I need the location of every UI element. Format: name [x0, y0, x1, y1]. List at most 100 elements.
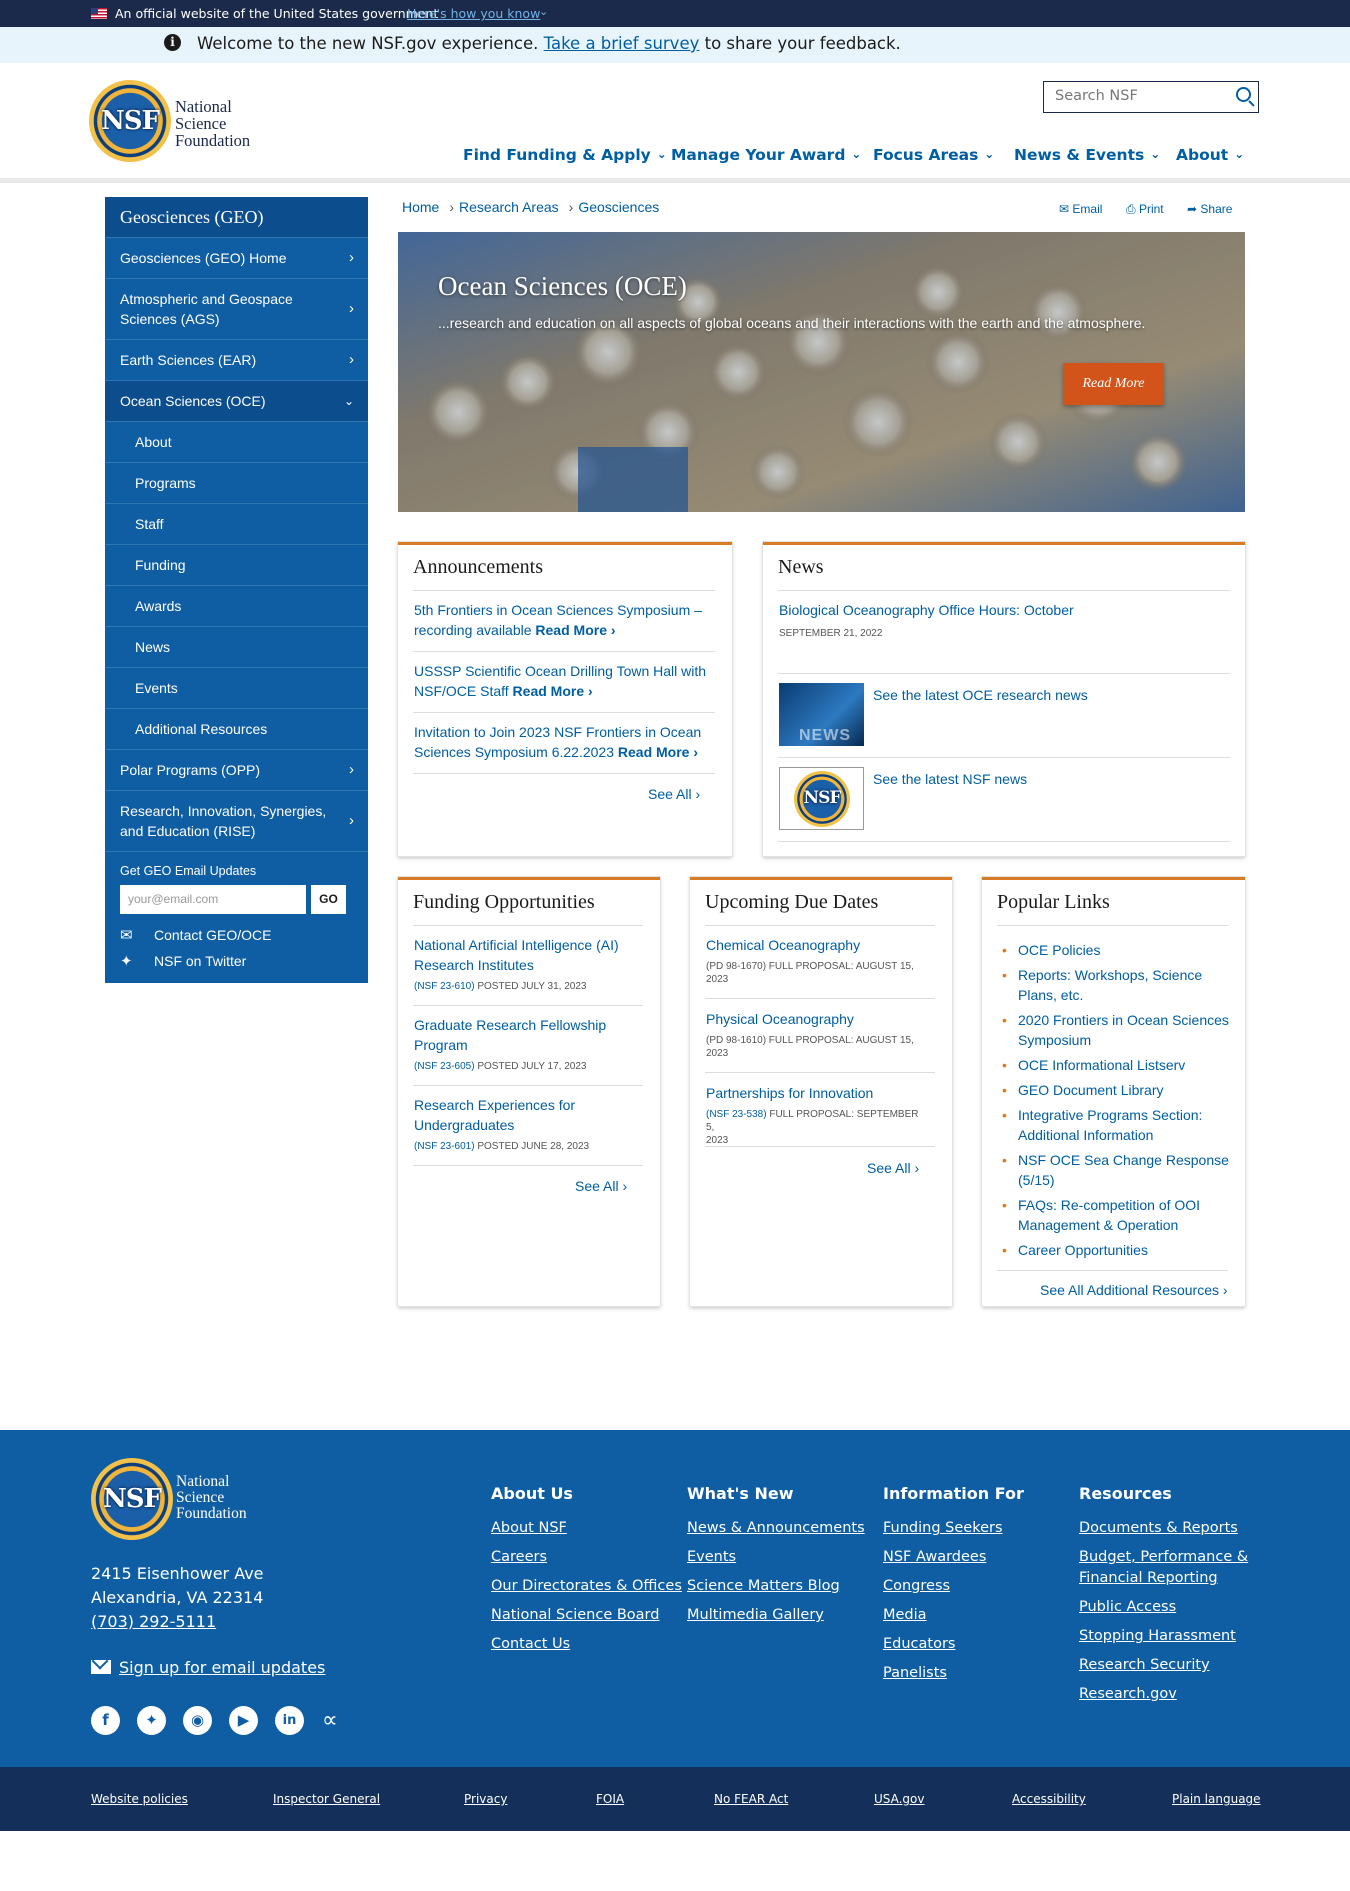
read-more-button[interactable]: Read More [1063, 363, 1164, 405]
sidebar-subitem-programs[interactable]: Programs [105, 462, 368, 503]
solicitation-number[interactable]: (NSF 23-605) [414, 1061, 475, 1072]
read-more-link[interactable]: Read More › [535, 622, 615, 638]
twitter-icon[interactable]: ✦ [137, 1706, 166, 1735]
go-button[interactable]: GO [311, 885, 346, 914]
funding-item[interactable]: National Artificial Intelligence (AI) Res… [414, 935, 619, 975]
footer-link[interactable]: Events [687, 1547, 865, 1568]
popular-link[interactable]: 2020 Frontiers in Ocean Sciences Symposiu… [1018, 1010, 1229, 1050]
print-link[interactable]: ⎙ Print [1126, 202, 1164, 217]
latest-oce-news-link[interactable]: See the latest OCE research news [873, 685, 1088, 705]
inspector-general-link[interactable]: Inspector General [273, 1792, 380, 1806]
sidebar-item-oce[interactable]: Ocean Sciences (OCE) ⌄ [105, 380, 368, 421]
footer-link[interactable]: Budget, Performance & Financial Reportin… [1079, 1547, 1269, 1589]
nav-news-events[interactable]: News & Events ⌄ [1014, 146, 1160, 164]
breadcrumb-geosciences[interactable]: Geosciences [578, 199, 659, 215]
announcement-item[interactable]: USSSP Scientific Ocean Drilling Town Hal… [414, 661, 714, 701]
survey-link[interactable]: Take a brief survey [544, 34, 700, 53]
footer-link[interactable]: Research Security [1079, 1655, 1269, 1676]
contact-geo-oce-link[interactable]: ✉ Contact GEO/OCE [120, 927, 353, 944]
footer-link[interactable]: Contact Us [491, 1634, 682, 1655]
search-icon[interactable] [1236, 87, 1251, 102]
footer-link[interactable]: Funding Seekers [883, 1518, 1024, 1539]
instagram-icon[interactable]: ◉ [183, 1706, 212, 1735]
footer-link[interactable]: News & Announcements [687, 1518, 865, 1539]
sidebar-item-opp[interactable]: Polar Programs (OPP) › [105, 749, 368, 790]
footer-link[interactable]: Educators [883, 1634, 1024, 1655]
see-all-link[interactable]: See All › [648, 786, 700, 802]
sidebar-item-rise[interactable]: Research, Innovation, Synergies, and Edu… [105, 790, 368, 851]
sidebar-item-ear[interactable]: Earth Sciences (EAR) › [105, 339, 368, 380]
usa-gov-link[interactable]: USA.gov [874, 1792, 925, 1806]
solicitation-number[interactable]: (NSF 23-601) [414, 1141, 475, 1152]
email-field[interactable]: your@email.com [120, 885, 306, 914]
footer-link[interactable]: National Science Board [491, 1605, 682, 1626]
footer-link[interactable]: About NSF [491, 1518, 682, 1539]
popular-link[interactable]: GEO Document Library [1018, 1080, 1164, 1100]
see-all-link[interactable]: See All › [575, 1178, 627, 1194]
footer-link[interactable]: Congress [883, 1576, 1024, 1597]
website-policies-link[interactable]: Website policies [91, 1792, 188, 1806]
popular-link[interactable]: Career Opportunities [1018, 1240, 1148, 1260]
solicitation-number[interactable]: (NSF 23-610) [414, 981, 475, 992]
phone-link[interactable]: (703) 292-5111 [91, 1612, 216, 1631]
funding-item[interactable]: Research Experiences for Undergraduates [414, 1095, 575, 1135]
heres-how-you-know-link[interactable]: Here's how you know [407, 6, 540, 21]
read-more-link[interactable]: Read More › [513, 683, 593, 699]
due-date-item[interactable]: Physical Oceanography [706, 1009, 854, 1029]
popular-link[interactable]: Integrative Programs Section: Additional … [1018, 1105, 1202, 1145]
linkedin-icon[interactable]: in [275, 1706, 304, 1735]
chevron-down-icon[interactable]: ⌄ [539, 5, 548, 18]
nav-focus-areas[interactable]: Focus Areas ⌄ [873, 146, 994, 164]
email-share-link[interactable]: ✉ Email [1059, 202, 1102, 216]
foia-link[interactable]: FOIA [596, 1792, 624, 1806]
sidebar-item-ags[interactable]: Atmospheric and Geospace Sciences (AGS) › [105, 278, 368, 339]
youtube-icon[interactable]: ▶ [229, 1706, 258, 1735]
footer-link[interactable]: NSF Awardees [883, 1547, 1024, 1568]
sidebar-item-geo-home[interactable]: Geosciences (GEO) Home › [105, 237, 368, 278]
popular-link[interactable]: FAQs: Re-competition of OOI Management & … [1018, 1195, 1200, 1235]
nsf-twitter-link[interactable]: ✦ NSF on Twitter [120, 953, 353, 970]
footer-link[interactable]: Science Matters Blog [687, 1576, 865, 1597]
footer-link[interactable]: Our Directorates & Offices [491, 1576, 682, 1597]
plain-language-link[interactable]: Plain language [1172, 1792, 1261, 1806]
share-link[interactable]: ➦ Share [1187, 202, 1232, 216]
footer-link[interactable]: Multimedia Gallery [687, 1605, 865, 1626]
announcement-item[interactable]: 5th Frontiers in Ocean Sciences Symposiu… [414, 600, 714, 640]
popular-link[interactable]: Reports: Workshops, Science Plans, etc. [1018, 965, 1202, 1005]
privacy-link[interactable]: Privacy [464, 1792, 507, 1806]
footer-link[interactable]: Media [883, 1605, 1024, 1626]
sidebar-subitem-news[interactable]: News [105, 626, 368, 667]
nav-find-funding[interactable]: Find Funding & Apply ⌄ [463, 146, 667, 164]
sidebar-subitem-staff[interactable]: Staff [105, 503, 368, 544]
footer-link[interactable]: Documents & Reports [1079, 1518, 1269, 1539]
nsf-thumbnail[interactable]: NSF [779, 767, 864, 830]
breadcrumb-research-areas[interactable]: Research Areas [459, 199, 559, 215]
funding-item[interactable]: Graduate Research Fellowship Program [414, 1015, 606, 1055]
popular-link[interactable]: OCE Policies [1018, 940, 1100, 960]
sidebar-subitem-awards[interactable]: Awards [105, 585, 368, 626]
solicitation-number[interactable]: (NSF 23-538) [706, 1109, 767, 1120]
see-all-resources-link[interactable]: See All Additional Resources › [1040, 1282, 1228, 1298]
search-input[interactable]: Search NSF [1043, 81, 1259, 113]
read-more-link[interactable]: Read More › [618, 744, 698, 760]
rss-icon[interactable]: ∝ [322, 1706, 351, 1735]
due-date-item[interactable]: Partnerships for Innovation [706, 1083, 873, 1103]
see-all-link[interactable]: See All › [867, 1160, 919, 1176]
popular-link[interactable]: OCE Informational Listserv [1018, 1055, 1185, 1075]
footer-link[interactable]: Panelists [883, 1663, 1024, 1684]
nav-manage-award[interactable]: Manage Your Award ⌄ [671, 146, 861, 164]
facebook-icon[interactable]: f [91, 1706, 120, 1735]
sidebar-subitem-additional-resources[interactable]: Additional Resources [105, 708, 368, 749]
sidebar-subitem-funding[interactable]: Funding [105, 544, 368, 585]
footer-link[interactable]: Careers [491, 1547, 682, 1568]
no-fear-act-link[interactable]: No FEAR Act [714, 1792, 788, 1806]
accessibility-link[interactable]: Accessibility [1012, 1792, 1086, 1806]
breadcrumb-home[interactable]: Home [402, 199, 439, 215]
footer-link[interactable]: Stopping Harassment [1079, 1626, 1269, 1647]
announcement-item[interactable]: Invitation to Join 2023 NSF Frontiers in… [414, 722, 714, 762]
sidebar-subitem-events[interactable]: Events [105, 667, 368, 708]
latest-nsf-news-link[interactable]: See the latest NSF news [873, 769, 1027, 789]
news-thumbnail[interactable]: NEWS [779, 683, 864, 746]
news-item[interactable]: Biological Oceanography Office Hours: Oc… [779, 600, 1074, 620]
popular-link[interactable]: NSF OCE Sea Change Response (5/15) [1018, 1150, 1229, 1190]
